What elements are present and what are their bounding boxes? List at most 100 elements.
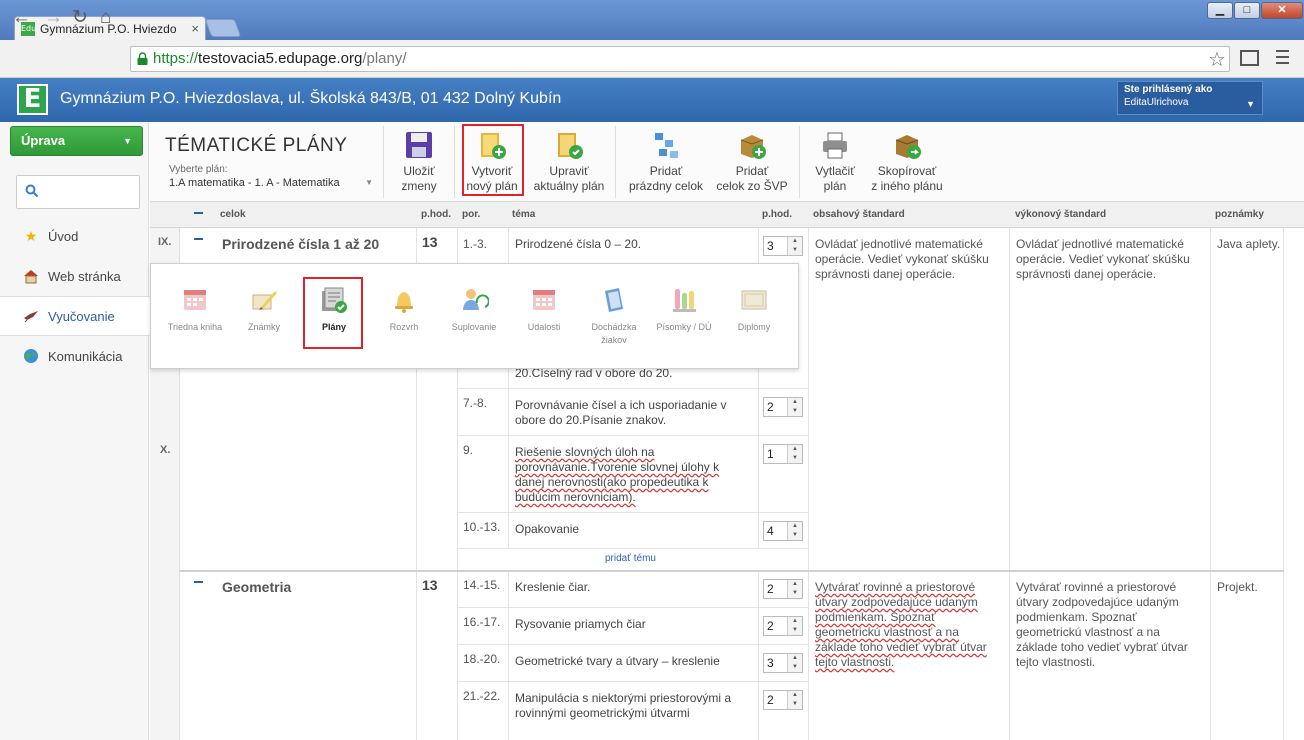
topic-name[interactable]: Riešenie slovných úloh na porovnávanie.T… xyxy=(515,445,737,505)
stepper-arrows-icon[interactable]: ▲ ▼ xyxy=(787,580,802,598)
diploma-icon xyxy=(739,285,769,315)
sidebar-item-uvod[interactable]: ★ Úvod xyxy=(0,216,149,256)
save-label-2: zmeny xyxy=(401,179,437,193)
browser-menu-icon[interactable] xyxy=(1276,50,1289,68)
popup-item-suplovanie[interactable]: Suplovanie xyxy=(436,285,512,334)
stepper-arrows-icon[interactable]: ▲ ▼ xyxy=(787,691,802,709)
extension-icon[interactable] xyxy=(1240,50,1259,66)
table-header: celok p.hod. por. téma p.hod. obsahový š… xyxy=(150,202,1304,228)
performance-standard: Vytvárať rovinné a priestorové útvary zo… xyxy=(1016,580,1188,669)
plan-select[interactable]: 1.A matematika - 1. A - Matematika ▼ xyxy=(169,177,375,189)
col-obsahovy: obsahový štandard xyxy=(813,209,905,220)
topic-order: 21.-22. xyxy=(463,689,501,703)
new-tab-button[interactable] xyxy=(204,19,242,37)
topic-name[interactable]: Opakovanie xyxy=(515,522,750,537)
grades-icon xyxy=(249,285,279,315)
popup-item-label-2: žiakov xyxy=(601,335,627,345)
uprava-button[interactable]: Úprava ▼ xyxy=(10,126,143,156)
topic-name[interactable]: Porovnávanie čísel a ich usporiadanie v … xyxy=(515,398,740,428)
topic-hours-stepper[interactable]: 2 ▲ ▼ xyxy=(763,616,803,636)
copy-plan-button[interactable]: Skopírovať z iného plánu xyxy=(866,126,948,194)
bookmark-star-icon[interactable]: ☆ xyxy=(1208,47,1226,72)
topic-hours-value: 2 xyxy=(767,582,774,596)
stepper-arrows-icon[interactable]: ▲ ▼ xyxy=(787,445,802,463)
search-icon xyxy=(25,184,39,198)
topic-hours-stepper[interactable]: 2 ▲ ▼ xyxy=(763,579,803,599)
sidebar-item-label: Web stránka xyxy=(48,268,121,284)
sidebar-item-vyucovanie[interactable]: Vyučovanie xyxy=(0,296,150,336)
unit-name[interactable]: Prirodzené čísla 1 až 20 xyxy=(222,236,379,252)
topic-name[interactable]: Manipulácia s niektorými priestorovými a… xyxy=(515,691,750,721)
collapse-unit-icon[interactable] xyxy=(194,581,203,583)
popup-item-udalosti[interactable]: Udalosti xyxy=(506,285,582,334)
uprava-label: Úprava xyxy=(21,133,66,148)
user-menu[interactable]: Ste prihlásený ako EditaUlrichova ▼ xyxy=(1117,81,1263,115)
tab-close-icon[interactable]: × xyxy=(191,21,199,36)
collapse-all-icon[interactable] xyxy=(194,212,203,214)
edit-plan-button[interactable]: Upraviť aktuálny plán xyxy=(529,126,609,194)
notes: Java aplety. xyxy=(1217,237,1281,251)
collapse-unit-icon[interactable] xyxy=(194,238,203,240)
unit-divider xyxy=(180,570,1284,572)
topic-hours-stepper[interactable]: 2 ▲ ▼ xyxy=(763,690,803,710)
week-label: IX. xyxy=(158,236,172,248)
topic-name[interactable]: Geometrické tvary a útvary – kreslenie xyxy=(515,654,755,669)
url-text[interactable]: https://testovacia5.edupage.org/plany/ xyxy=(153,50,407,67)
print-plan-button[interactable]: Vytlačiť plán xyxy=(810,126,860,194)
popup-item-diplomy[interactable]: Diplomy xyxy=(716,285,792,334)
add-topic-link[interactable]: pridať tému xyxy=(605,553,656,564)
stepper-arrows-icon[interactable]: ▲ ▼ xyxy=(787,237,802,255)
topic-hours-stepper[interactable]: 1 ▲ ▼ xyxy=(763,444,803,464)
popup-item-dochadzka[interactable]: Dochádzka žiakov xyxy=(576,285,652,347)
close-window-button[interactable]: ✕ xyxy=(1261,2,1303,19)
stepper-arrows-icon[interactable]: ▲ ▼ xyxy=(787,522,802,540)
add-svp-unit-button[interactable]: Pridať celok zo ŠVP xyxy=(712,126,792,194)
col-celok: celok xyxy=(220,209,246,220)
col-phod-tema: p.hod. xyxy=(762,209,792,220)
plan-select-label: Vyberte plán: xyxy=(169,164,228,175)
topic-name[interactable]: Rysovanie priamych čiar xyxy=(515,617,750,632)
popup-item-znamky[interactable]: Známky xyxy=(226,285,302,334)
stepper-arrows-icon[interactable]: ▲ ▼ xyxy=(787,617,802,635)
popup-item-label: Známky xyxy=(247,322,280,332)
sidebar-search-input[interactable] xyxy=(16,175,140,209)
chevron-down-icon: ▼ xyxy=(1246,99,1255,109)
unit-name[interactable]: Geometria xyxy=(222,579,291,595)
popup-item-rozvrh[interactable]: Rozvrh xyxy=(366,285,442,334)
add-empty-unit-button[interactable]: Pridať prázdny celok xyxy=(624,126,708,194)
reload-icon[interactable]: ↻ xyxy=(72,8,88,28)
stepper-arrows-icon[interactable]: ▲ ▼ xyxy=(787,654,802,672)
topic-name[interactable]: Prirodzené čísla 0 – 20. xyxy=(515,237,750,252)
topic-hours-stepper[interactable]: 4 ▲ ▼ xyxy=(763,521,803,541)
box-copy-icon xyxy=(892,130,922,160)
tests-icon xyxy=(669,285,699,315)
back-arrow-icon[interactable]: ← xyxy=(12,8,31,28)
column-divider xyxy=(1283,228,1284,740)
topic-name[interactable]: Kreslenie čiar. xyxy=(515,580,750,595)
stepper-arrows-icon[interactable]: ▲ ▼ xyxy=(787,398,802,416)
add-svp-label-1: Pridať xyxy=(735,164,769,178)
forward-arrow-icon[interactable]: → xyxy=(44,8,63,28)
sidebar-item-web[interactable]: Web stránka xyxy=(0,256,149,296)
save-changes-button[interactable]: Uložiť zmeny xyxy=(392,126,446,194)
popup-item-triedna-kniha[interactable]: Triedna kniha xyxy=(157,285,233,334)
sidebar-item-label: Vyučovanie xyxy=(48,308,115,324)
edupage-logo[interactable]: E xyxy=(17,84,48,115)
column-divider xyxy=(758,571,759,740)
copy-label-1: Skopírovať xyxy=(877,164,937,178)
sidebar-item-komunikacia[interactable]: Komunikácia xyxy=(0,336,149,376)
minimize-button[interactable]: ▁ xyxy=(1207,2,1233,19)
column-divider xyxy=(808,228,809,740)
sidebar-item-label: Úvod xyxy=(48,228,79,244)
topic-hours-stepper[interactable]: 3 ▲ ▼ xyxy=(763,236,803,256)
floppy-disk-icon xyxy=(404,130,434,160)
row-divider xyxy=(457,607,809,608)
topic-hours-stepper[interactable]: 3 ▲ ▼ xyxy=(763,653,803,673)
maximize-button[interactable]: □ xyxy=(1234,2,1260,19)
home-icon[interactable]: ⌂ xyxy=(100,8,111,28)
topic-hours-value: 4 xyxy=(767,524,774,538)
popup-item-pisomky[interactable]: Písomky / DÚ xyxy=(646,285,722,334)
col-poznamky: poznámky xyxy=(1215,209,1264,220)
topic-hours-stepper[interactable]: 2 ▲ ▼ xyxy=(763,397,803,417)
row-divider xyxy=(457,435,809,436)
